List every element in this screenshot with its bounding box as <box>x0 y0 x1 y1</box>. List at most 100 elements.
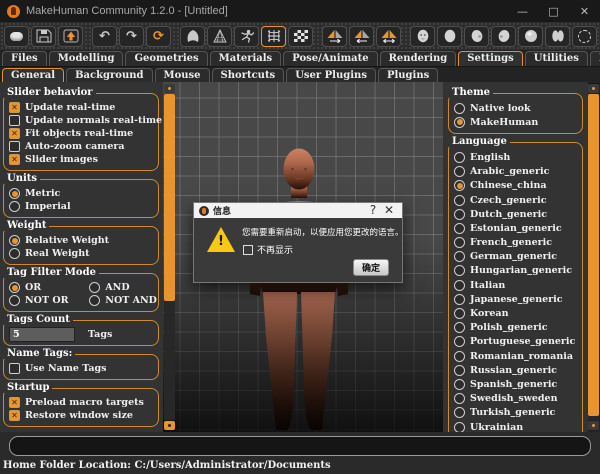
symmetry-right-button[interactable] <box>322 26 347 47</box>
radio-czech-generic[interactable]: Czech_generic <box>454 193 579 207</box>
reset-button[interactable]: ⟳ <box>146 26 171 47</box>
view-reset-button[interactable] <box>572 26 597 47</box>
radio-unselected-icon[interactable] <box>89 282 100 293</box>
radio-unselected-icon[interactable] <box>454 166 465 177</box>
left-panel-scrollbar[interactable] <box>164 84 175 430</box>
checkbox-checked-icon[interactable] <box>9 397 20 408</box>
undo-button[interactable]: ↶ <box>92 26 117 47</box>
view-top-button[interactable] <box>518 26 543 47</box>
dont-show-again-row[interactable]: 不再显示 <box>243 243 293 256</box>
checkbox-checked-icon[interactable] <box>9 128 20 139</box>
tags-count-input[interactable] <box>9 327 75 342</box>
radio-unselected-icon[interactable] <box>454 407 465 418</box>
radio-unselected-icon[interactable] <box>9 201 20 212</box>
radio-and[interactable]: AND <box>89 281 155 294</box>
scrollbar-down-cap[interactable] <box>588 421 599 430</box>
radio-imperial[interactable]: Imperial <box>9 200 155 213</box>
radio-unselected-icon[interactable] <box>454 294 465 305</box>
scrollbar-thumb[interactable] <box>588 94 599 416</box>
radio-hungarian-generic[interactable]: Hungarian_generic <box>454 264 579 278</box>
tab-utilities[interactable]: Utilities <box>525 51 588 66</box>
radio-italian[interactable]: Italian <box>454 278 579 292</box>
radio-unselected-icon[interactable] <box>454 223 465 234</box>
checkbox-checked-icon[interactable] <box>9 102 20 113</box>
minimize-button[interactable]: — <box>507 0 538 22</box>
radio-korean[interactable]: Korean <box>454 306 579 320</box>
view-back-button[interactable] <box>437 26 462 47</box>
view-right-button[interactable] <box>491 26 516 47</box>
tab-help[interactable]: Help <box>590 51 600 66</box>
radio-unselected-icon[interactable] <box>454 336 465 347</box>
view-left-button[interactable] <box>464 26 489 47</box>
radio-selected-icon[interactable] <box>9 282 20 293</box>
checkbox-checked-icon[interactable] <box>9 410 20 421</box>
radio-unselected-icon[interactable] <box>454 322 465 333</box>
skeleton-button[interactable] <box>234 26 259 47</box>
subtab-mouse[interactable]: Mouse <box>155 68 210 83</box>
scrollbar-up-cap[interactable] <box>588 84 599 93</box>
scrollbar-thumb[interactable] <box>164 94 175 301</box>
radio-unselected-icon[interactable] <box>9 295 20 306</box>
checkbox-unchecked-icon[interactable] <box>9 115 20 126</box>
tab-rendering[interactable]: Rendering <box>380 51 457 66</box>
scrollbar-down-cap[interactable] <box>164 421 175 430</box>
subtab-user-plugins[interactable]: User Plugins <box>286 68 376 83</box>
radio-unselected-icon[interactable] <box>454 251 465 262</box>
radio-unselected-icon[interactable] <box>454 422 465 432</box>
subtab-shortcuts[interactable]: Shortcuts <box>212 68 285 83</box>
scrollbar-track[interactable] <box>164 94 175 420</box>
radio-metric[interactable]: Metric <box>9 187 155 200</box>
radio-portuguese-generic[interactable]: Portuguese_generic <box>454 335 579 349</box>
tab-files[interactable]: Files <box>2 51 47 66</box>
radio-unselected-icon[interactable] <box>454 351 465 362</box>
radio-unselected-icon[interactable] <box>89 295 100 306</box>
radio-unselected-icon[interactable] <box>454 195 465 206</box>
checkbox-checked-icon[interactable] <box>9 154 20 165</box>
close-button[interactable]: ✕ <box>569 0 600 22</box>
radio-unselected-icon[interactable] <box>454 265 465 276</box>
wireframe-button[interactable] <box>207 26 232 47</box>
radio-russian-generic[interactable]: Russian_generic <box>454 363 579 377</box>
tab-pose-animate[interactable]: Pose/Animate <box>283 51 377 66</box>
radio-unselected-icon[interactable] <box>454 379 465 390</box>
tab-settings[interactable]: Settings <box>458 51 523 66</box>
radio-unselected-icon[interactable] <box>454 237 465 248</box>
radio-not-or[interactable]: NOT OR <box>9 294 89 307</box>
checkbox-restore-window-size[interactable]: Restore window size <box>9 409 155 422</box>
right-panel-scrollbar[interactable] <box>588 84 599 430</box>
grid-button[interactable] <box>261 26 286 47</box>
checkbox-update-normals-real-time[interactable]: Update normals real-time <box>9 114 155 127</box>
maximize-button[interactable]: □ <box>538 0 569 22</box>
tab-geometries[interactable]: Geometries <box>125 51 207 66</box>
radio-relative-weight[interactable]: Relative Weight <box>9 234 155 247</box>
subtab-plugins[interactable]: Plugins <box>378 68 438 83</box>
dialog-close-button[interactable]: ✕ <box>381 203 397 218</box>
radio-unselected-icon[interactable] <box>454 280 465 291</box>
radio-or[interactable]: OR <box>9 281 89 294</box>
radio-unselected-icon[interactable] <box>454 103 465 114</box>
checkbox-auto-zoom-camera[interactable]: Auto-zoom camera <box>9 140 155 153</box>
radio-selected-icon[interactable] <box>454 180 465 191</box>
radio-romanian-romania[interactable]: Romanian_romania <box>454 349 579 363</box>
subtab-general[interactable]: General <box>2 68 64 83</box>
load-file-button[interactable] <box>58 26 83 47</box>
smooth-shading-button[interactable] <box>180 26 205 47</box>
radio-japanese-generic[interactable]: Japanese_generic <box>454 292 579 306</box>
radio-unselected-icon[interactable] <box>454 308 465 319</box>
tab-modelling[interactable]: Modelling <box>49 51 124 66</box>
radio-ukrainian[interactable]: Ukrainian <box>454 420 579 432</box>
redo-button[interactable]: ↷ <box>119 26 144 47</box>
dialog-title-bar[interactable]: 信息 ? ✕ <box>194 203 402 218</box>
save-file-button[interactable] <box>31 26 56 47</box>
radio-unselected-icon[interactable] <box>454 209 465 220</box>
radio-english[interactable]: English <box>454 150 579 164</box>
tab-materials[interactable]: Materials <box>210 51 282 66</box>
checkbox-unchecked-icon[interactable] <box>9 363 20 374</box>
radio-french-generic[interactable]: French_generic <box>454 236 579 250</box>
radio-native-look[interactable]: Native look <box>454 101 579 115</box>
symmetry-left-button[interactable] <box>349 26 374 47</box>
checkbox-use-name-tags[interactable]: Use Name Tags <box>9 362 155 375</box>
radio-unselected-icon[interactable] <box>9 248 20 259</box>
subtab-background[interactable]: Background <box>66 68 152 83</box>
radio-german-generic[interactable]: German_generic <box>454 250 579 264</box>
